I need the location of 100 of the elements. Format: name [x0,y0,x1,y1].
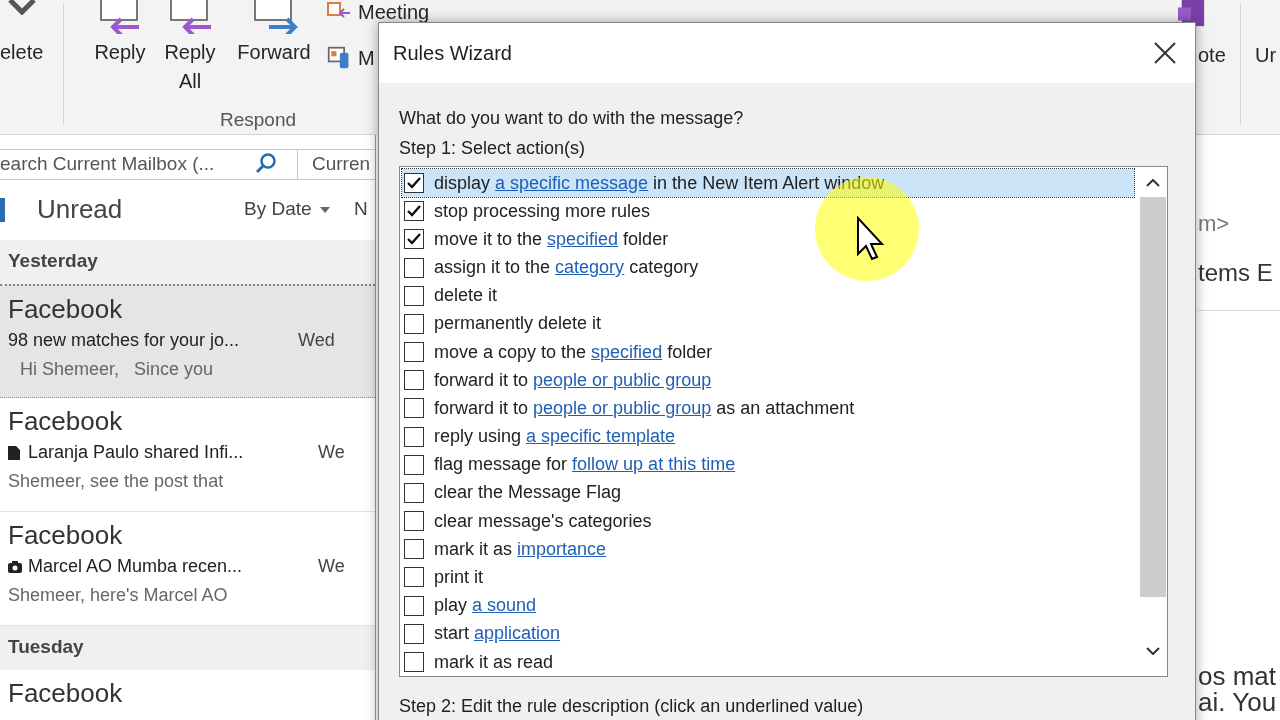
value-link[interactable]: a sound [472,595,537,616]
value-link[interactable]: specified [591,341,663,362]
value-link[interactable]: follow up at this time [572,454,736,475]
ribbon-button[interactable]: Ur [1255,40,1277,70]
value-link[interactable]: people or public group [533,397,712,418]
action-item[interactable]: permanently delete it [402,309,1134,339]
action-label: delete it [434,284,498,308]
action-item[interactable]: delete it [402,281,1134,310]
action-item[interactable]: start application [402,619,1134,648]
search-field[interactable]: earch Current Mailbox (... [0,150,298,179]
action-label: move it to the specified folder [434,227,669,251]
message-preview: Hi Shemeer, Since you [19,357,215,381]
checkbox[interactable] [404,595,424,616]
message-subject: 98 new matches for your jo... [8,329,241,352]
sender-name: Facebook [8,677,124,708]
action-item[interactable]: move it to the specified folder [402,225,1134,254]
action-item[interactable]: clear the Message Flag [402,478,1134,508]
checkbox[interactable] [404,482,424,503]
step-label: Step 2: Edit the rule description (click an underlined value) [399,695,865,718]
value-link[interactable]: category [555,257,625,278]
value-link[interactable]: people or public group [533,369,712,390]
action-label: start application [434,622,561,646]
filter-tab[interactable]: Unread [37,190,244,229]
value-link[interactable]: a specific template [526,426,676,447]
message-date: We [318,555,345,578]
message-subject: Marcel AO Mumba recen... [28,555,244,578]
value-link[interactable]: application [474,623,561,644]
checkmark-icon [407,205,421,218]
group-label: Respond [220,108,297,132]
checkbox[interactable] [404,567,424,588]
checkbox[interactable] [404,201,424,222]
action-label: print it [434,566,484,589]
value-link[interactable]: specified [547,228,619,249]
checkbox[interactable] [404,342,424,363]
action-item[interactable]: forward it to people or public group [402,366,1134,395]
action-item[interactable]: print it [402,563,1134,592]
sender-name: Facebook [8,405,124,436]
action-label: play a sound [434,594,537,618]
ribbon-button[interactable]: elete [0,0,50,67]
action-label: clear message's categories [434,509,652,533]
action-label: forward it to people or public group as an attachment [434,396,855,420]
action-label: permanently delete it [434,312,602,336]
checkbox[interactable] [404,652,424,672]
value-link[interactable]: a specific message [495,172,649,193]
step-label: Step 1: Select action(s) [399,137,587,160]
message-item[interactable]: Facebook 98 new matches for your jo... Wed Hi Shemeer, Since you [0,283,375,398]
sender-name: Facebook [8,293,124,324]
action-item[interactable]: mark it as read [402,647,1134,677]
action-item[interactable]: flag message for follow up at this time [402,450,1134,479]
group-header: Tuesday [8,635,84,660]
action-item[interactable]: reply using a specific template [402,422,1134,451]
action-label: flag message for follow up at this time [434,453,736,477]
action-label: assign it to the category category [434,256,699,280]
active-indicator [0,197,5,222]
group-header: Yesterday [8,249,98,274]
action-label: reply using a specific template [434,425,676,449]
close-icon [1154,42,1176,64]
action-item[interactable]: clear message's categories [402,507,1134,536]
checkbox[interactable] [404,313,424,334]
sender-name: Facebook [8,519,124,550]
search-scope[interactable]: Curren [312,150,371,179]
ribbon-button[interactable]: Reply [78,0,162,67]
scroll-up-icon [1146,179,1160,187]
action-item[interactable]: forward it to people or public group as an attachment [402,394,1134,423]
action-item[interactable]: assign it to the category category [402,253,1134,282]
reading-pane-text: m> [1198,210,1230,238]
document-icon [8,445,20,460]
checkbox[interactable] [404,229,424,250]
sort-button[interactable]: By Date [244,195,354,224]
action-item[interactable]: move a copy to the specified folder [402,338,1134,367]
message-preview: Shemeer, see the post that [8,469,225,493]
reading-pane-text: tems E [1198,258,1273,288]
value-link[interactable]: importance [517,538,607,559]
message-date: Wed [298,329,335,352]
action-label: forward it to people or public group [434,368,712,392]
action-item[interactable]: mark it as importance [402,535,1134,564]
ribbon-button[interactable]: M [326,46,375,70]
checkbox[interactable] [404,511,424,532]
checkmark-icon [407,177,421,190]
action-item[interactable]: stop processing more rules [402,197,1134,226]
checkbox[interactable] [404,173,424,194]
checkbox[interactable] [404,623,424,644]
ribbon-button[interactable]: Meeting [326,0,430,24]
action-label: mark it as read [434,650,554,674]
checkbox[interactable] [404,539,424,560]
checkbox[interactable] [404,426,424,447]
ribbon-button[interactable]: Forward [232,0,316,67]
action-label: move a copy to the specified folder [434,340,713,364]
message-date: We [318,441,345,464]
checkbox[interactable] [404,257,424,278]
action-label: clear the Message Flag [434,481,622,505]
checkbox[interactable] [404,370,424,391]
checkbox[interactable] [404,285,424,306]
ribbon-button[interactable]: ote [1198,40,1226,70]
checkbox[interactable] [404,398,424,419]
ribbon-button[interactable]: Reply All [160,0,220,96]
checkbox[interactable] [404,454,424,475]
sort-option[interactable]: N [354,195,368,224]
action-label: stop processing more rules [434,199,651,223]
action-item[interactable]: play a sound [402,591,1134,620]
